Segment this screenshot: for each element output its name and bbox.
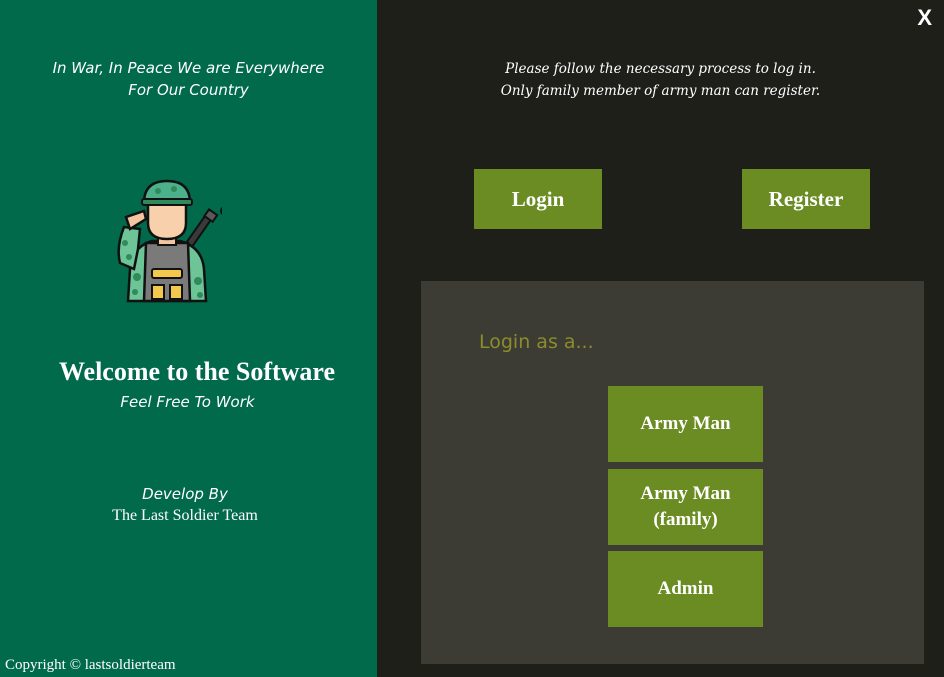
register-button[interactable]: Register	[742, 169, 870, 229]
instruction-line-2: Only family member of army man can regis…	[500, 83, 821, 99]
login-instructions: Please follow the necessary process to l…	[377, 58, 944, 102]
saluting-soldier-icon	[117, 179, 222, 303]
login-window: In War, In Peace We are Everywhere For O…	[0, 0, 944, 677]
motto-line-1: In War, In Peace We are Everywhere	[52, 59, 325, 77]
login-as-heading: Login as a...	[479, 331, 594, 353]
login-button[interactable]: Login	[474, 169, 602, 229]
team-name: The Last Soldier Team	[112, 507, 258, 524]
branding-panel: In War, In Peace We are Everywhere For O…	[0, 0, 377, 677]
army-man-family-button[interactable]: Army Man (family)	[608, 469, 763, 545]
motto: In War, In Peace We are Everywhere For O…	[0, 57, 377, 101]
instruction-line-1: Please follow the necessary process to l…	[505, 61, 816, 77]
login-role-box: Login as a... Army Man Army Man (family)…	[421, 281, 924, 664]
copyright-text: Copyright © lastsoldierteam	[5, 657, 176, 673]
login-panel: X Please follow the necessary process to…	[377, 0, 944, 677]
welcome-subtitle: Feel Free To Work	[120, 393, 255, 411]
admin-button[interactable]: Admin	[608, 551, 763, 627]
welcome-title: Welcome to the Software	[58, 357, 336, 386]
army-man-button[interactable]: Army Man	[608, 386, 763, 462]
develop-by-label: Develop By	[142, 485, 228, 503]
close-button[interactable]: X	[917, 5, 932, 31]
motto-line-2: For Our Country	[128, 81, 249, 99]
